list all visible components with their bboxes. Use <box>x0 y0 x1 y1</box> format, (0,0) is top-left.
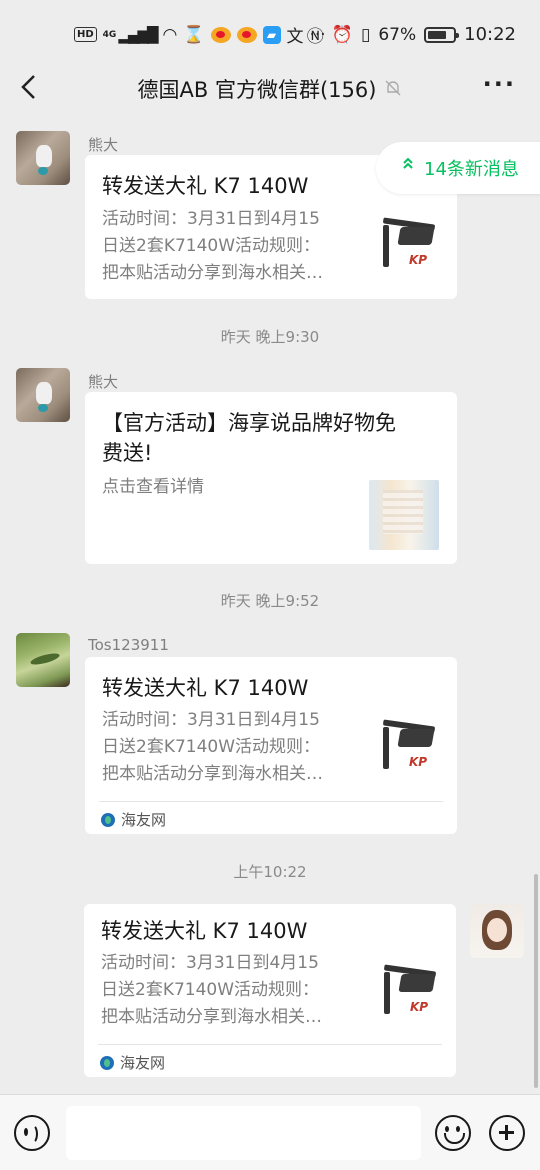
voice-icon[interactable] <box>14 1115 50 1151</box>
weibo-icon-2 <box>236 26 257 43</box>
card-desc: 点击查看详情 <box>102 477 204 497</box>
sender-name: 熊大 <box>88 136 119 154</box>
truck-app-icon: ▰ <box>262 25 281 44</box>
clock: 10:22 <box>464 24 516 45</box>
link-card[interactable]: 【官方活动】海享说品牌好物免 费送! 点击查看详情 <box>85 392 457 564</box>
source-name: 海友网 <box>121 811 167 829</box>
link-card[interactable]: 转发送大礼 K7 140W 活动时间：3月31日到4月15 日送2套K7140W… <box>85 657 457 834</box>
chat-title: 德国AB 官方微信群(156) <box>0 74 540 104</box>
timestamp: 昨天 晚上9:30 <box>220 328 320 346</box>
aquarium-lamp-thumbnail: KP <box>375 717 445 787</box>
document-thumbnail <box>369 480 439 550</box>
alarm-icon: ⏰ <box>331 24 353 45</box>
double-chevron-up-icon <box>402 156 414 174</box>
weibo-icon <box>210 26 231 43</box>
source-logo-icon <box>101 813 115 827</box>
new-messages-button[interactable]: 14条新消息 <box>376 142 540 194</box>
battery-icon <box>424 26 460 43</box>
message-input[interactable] <box>66 1106 421 1160</box>
timestamp: 昨天 晚上9:52 <box>220 592 320 610</box>
avatar-bear[interactable] <box>16 368 70 422</box>
card-title: 【官方活动】海享说品牌好物免 费送! <box>102 411 396 465</box>
wifi-icon: ◠ <box>162 24 178 45</box>
vibrate-icon: ▯ <box>360 24 371 45</box>
sender-name: Tos123911 <box>88 636 169 654</box>
emoji-icon[interactable] <box>435 1115 471 1151</box>
scrollbar[interactable] <box>534 874 538 1088</box>
status-left: HD 4G ▂▄▆█ ◠ ⌛ ▰ 文 ··· <box>74 22 326 47</box>
aquarium-lamp-thumbnail: KP <box>376 962 446 1032</box>
status-right: Ⓝ ⏰ ▯ 67% 10:22 <box>307 22 516 47</box>
card-desc: 活动时间：3月31日到4月15 日送2套K7140W活动规则： 把本贴活动分享到… <box>102 710 323 784</box>
source-row: 海友网 <box>98 1044 442 1078</box>
hd-badge: HD <box>74 27 97 42</box>
signal-icon: ▂▄▆█ <box>118 25 158 44</box>
chat-title-text: 德国AB 官方微信群(156) <box>137 78 377 102</box>
new-messages-label: 14条新消息 <box>424 159 519 180</box>
timestamp: 上午10:22 <box>233 863 307 881</box>
plus-icon[interactable] <box>489 1115 525 1151</box>
card-desc: 活动时间：3月31日到4月15 日送2套K7140W活动规则： 把本贴活动分享到… <box>102 209 323 283</box>
card-desc: 活动时间：3月31日到4月15 日送2套K7140W活动规则： 把本贴活动分享到… <box>101 953 322 1027</box>
hourglass-icon: ⌛ <box>183 24 205 45</box>
source-name: 海友网 <box>120 1054 166 1072</box>
aquarium-lamp-thumbnail: KP <box>375 215 445 285</box>
sender-name: 熊大 <box>88 373 119 391</box>
card-title: 转发送大礼 K7 140W <box>101 919 308 943</box>
status-bar: HD 4G ▂▄▆█ ◠ ⌛ ▰ 文 ··· Ⓝ ⏰ ▯ 67% 10:22 <box>0 0 540 66</box>
battery-percent: 67% <box>378 24 417 45</box>
network-type: 4G <box>102 29 117 40</box>
translate-icon: 文 <box>286 27 304 47</box>
input-toolbar <box>0 1094 540 1170</box>
mute-bell-icon <box>384 79 402 101</box>
nfc-icon: Ⓝ <box>306 27 324 47</box>
avatar-bear[interactable] <box>16 131 70 185</box>
source-logo-icon <box>100 1056 114 1070</box>
chat-header: 德国AB 官方微信群(156) ··· <box>0 66 540 110</box>
more-icon[interactable]: ··· <box>483 70 516 98</box>
card-title: 转发送大礼 K7 140W <box>102 676 309 700</box>
avatar-frog[interactable] <box>16 633 70 687</box>
link-card[interactable]: 转发送大礼 K7 140W 活动时间：3月31日到4月15 日送2套K7140W… <box>84 904 456 1077</box>
card-title: 转发送大礼 K7 140W <box>102 174 309 198</box>
source-row: 海友网 <box>99 801 443 835</box>
avatar-self[interactable] <box>470 904 524 958</box>
